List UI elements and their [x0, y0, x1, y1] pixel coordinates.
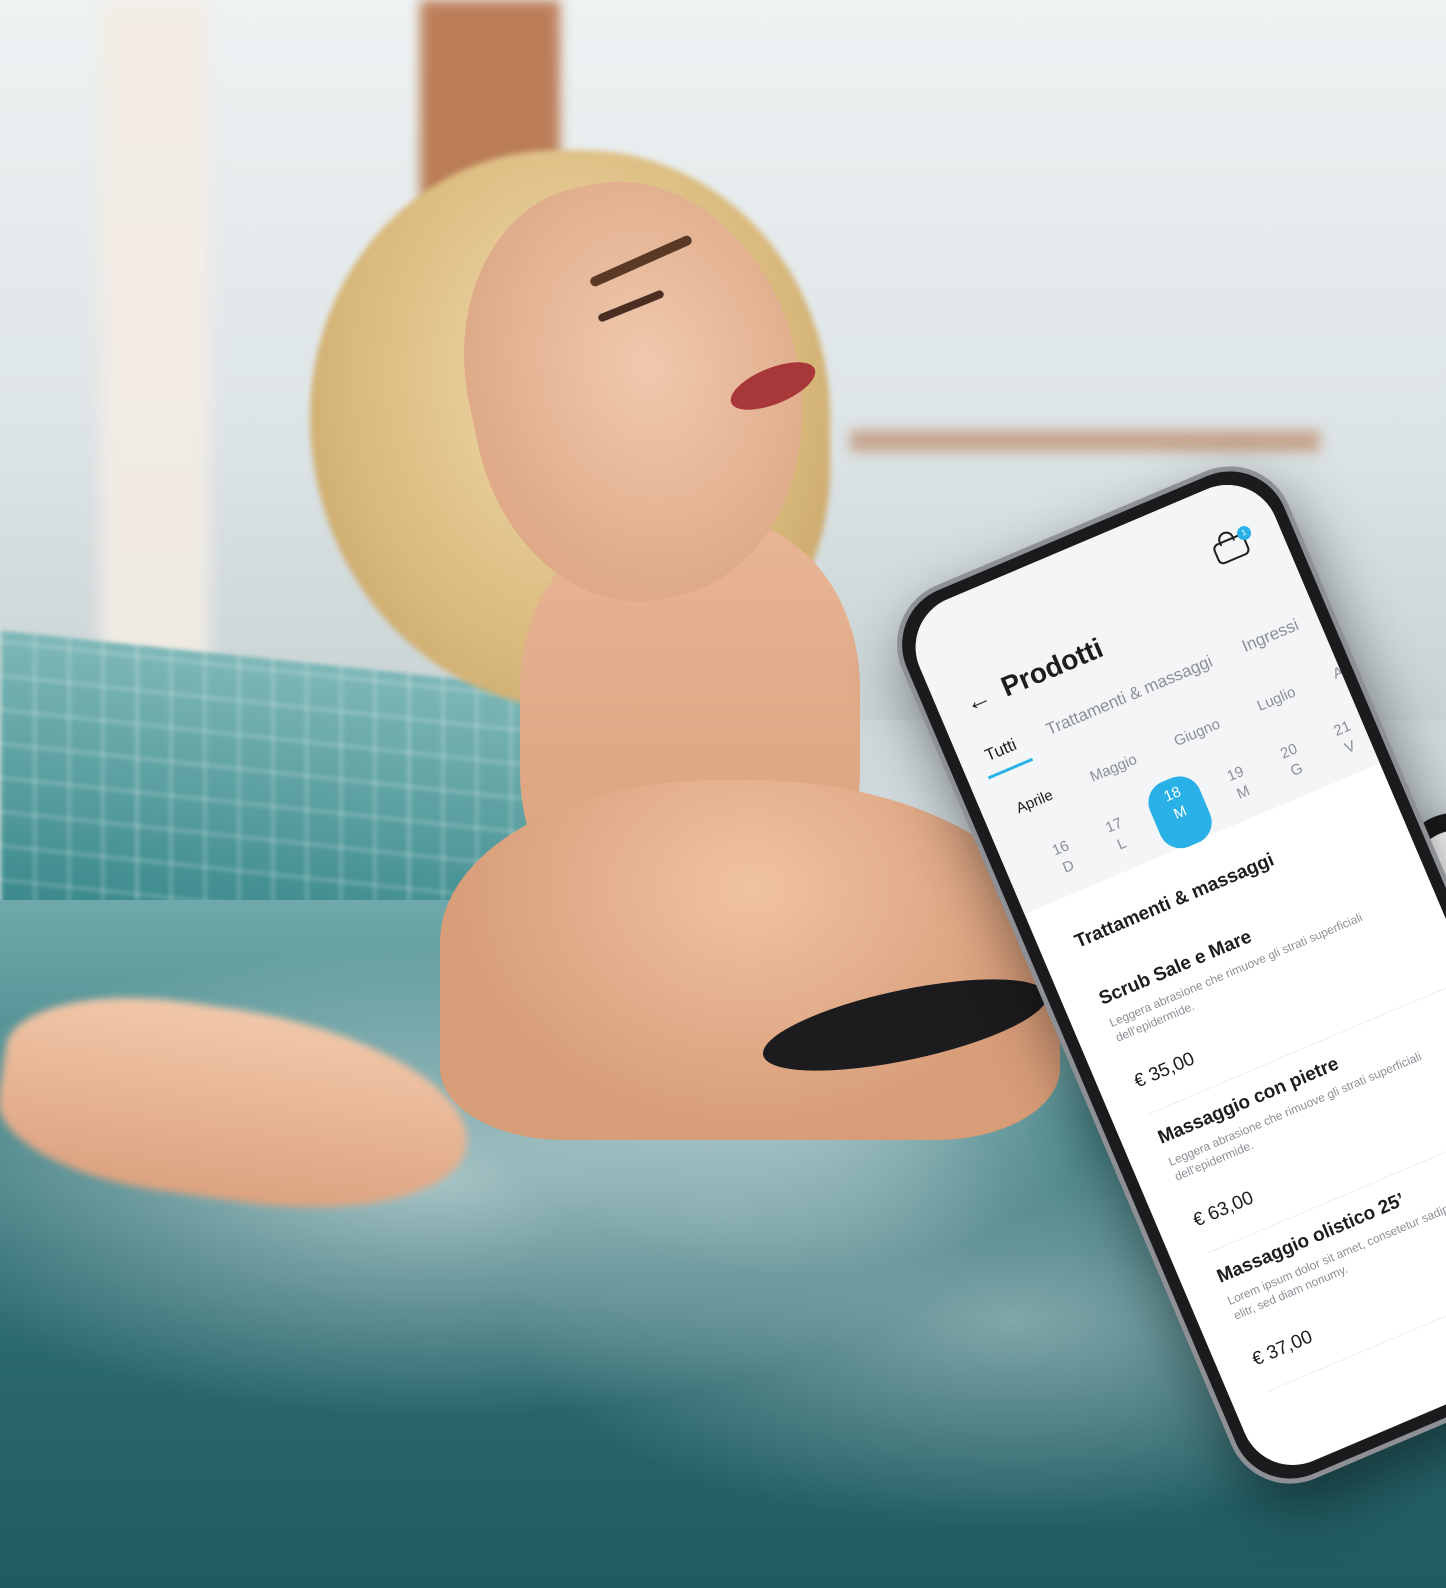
day-chip[interactable]: 17 L [1090, 804, 1148, 874]
day-chip[interactable]: 21 V [1319, 707, 1377, 777]
day-chip[interactable]: 20 G [1265, 730, 1323, 800]
pillar [100, 0, 210, 670]
wooden-rail [850, 430, 1320, 452]
day-chip[interactable]: 19 M [1212, 752, 1270, 822]
woman-shoulders [440, 780, 1060, 1140]
